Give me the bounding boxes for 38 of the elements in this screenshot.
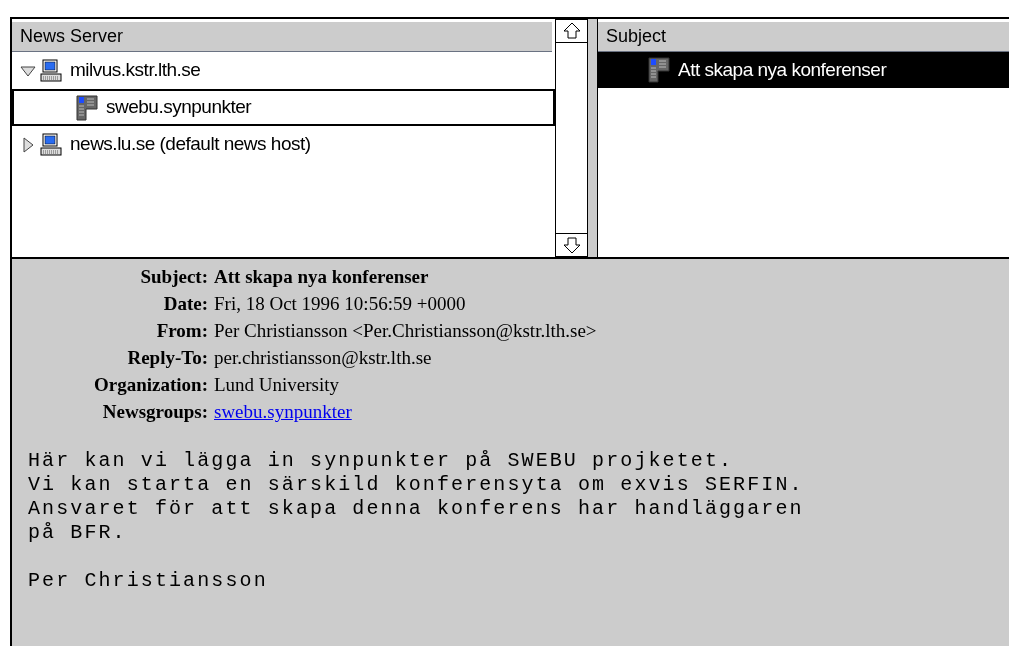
header-value: Fri, 18 Oct 1996 10:56:59 +0000 bbox=[214, 293, 466, 314]
scroll-down-button[interactable] bbox=[556, 233, 587, 257]
subject-label: Att skapa nya konferenser bbox=[678, 57, 887, 82]
header-label: Subject: bbox=[139, 265, 208, 289]
header-value: per.christiansson@kstr.lth.se bbox=[214, 347, 432, 368]
tree-item[interactable]: milvus.kstr.lth.se bbox=[12, 52, 555, 89]
body-line: på BFR. bbox=[28, 521, 127, 545]
newsgroup-icon bbox=[648, 57, 670, 83]
pane-splitter[interactable] bbox=[588, 19, 598, 257]
computer-icon bbox=[40, 58, 62, 83]
body-line: Per Christiansson bbox=[28, 569, 268, 593]
header-value: Lund University bbox=[214, 374, 340, 395]
up-arrow-icon bbox=[562, 22, 581, 40]
tree-item-label: milvus.kstr.lth.se bbox=[70, 58, 201, 83]
header-label: Newsgroups: bbox=[101, 400, 208, 424]
computer-icon bbox=[40, 132, 62, 157]
newsgroup-icon bbox=[76, 94, 98, 121]
tree-item[interactable]: swebu.synpunkter bbox=[12, 89, 555, 126]
subject-row[interactable]: Att skapa nya konferenser bbox=[598, 52, 1009, 88]
header-value: Per Christiansson <Per.Christiansson@kstr.lth.se> bbox=[214, 320, 597, 341]
tree-item-label: swebu.synpunkter bbox=[106, 95, 252, 120]
header-label: Organization: bbox=[93, 373, 208, 397]
collapsed-triangle-icon[interactable] bbox=[20, 136, 36, 153]
header-label: Reply-To: bbox=[126, 346, 208, 370]
newsgroup-link[interactable]: swebu.synpunkter bbox=[214, 401, 352, 422]
body-line: Vi kan starta en särskild konferensyta om exvis SERFIN. bbox=[28, 473, 804, 497]
tree-item[interactable]: news.lu.se (default news host) bbox=[12, 126, 555, 163]
header-label: From: bbox=[155, 319, 208, 343]
tree-item-label: news.lu.se (default news host) bbox=[70, 132, 311, 157]
body-line: Här kan vi lägga in synpunkter på SWEBU projketet. bbox=[28, 449, 734, 473]
body-line: Ansvaret för att skapa denna konferens har handläggaren bbox=[28, 497, 804, 521]
scroll-up-button[interactable] bbox=[556, 19, 587, 43]
down-arrow-icon bbox=[562, 236, 581, 254]
header-value: Att skapa nya konferenser bbox=[214, 266, 429, 287]
header-label: Date: bbox=[162, 292, 208, 316]
column-header: News Server bbox=[12, 22, 552, 52]
scrollbar[interactable] bbox=[555, 19, 588, 257]
column-header: Subject bbox=[598, 22, 1009, 52]
